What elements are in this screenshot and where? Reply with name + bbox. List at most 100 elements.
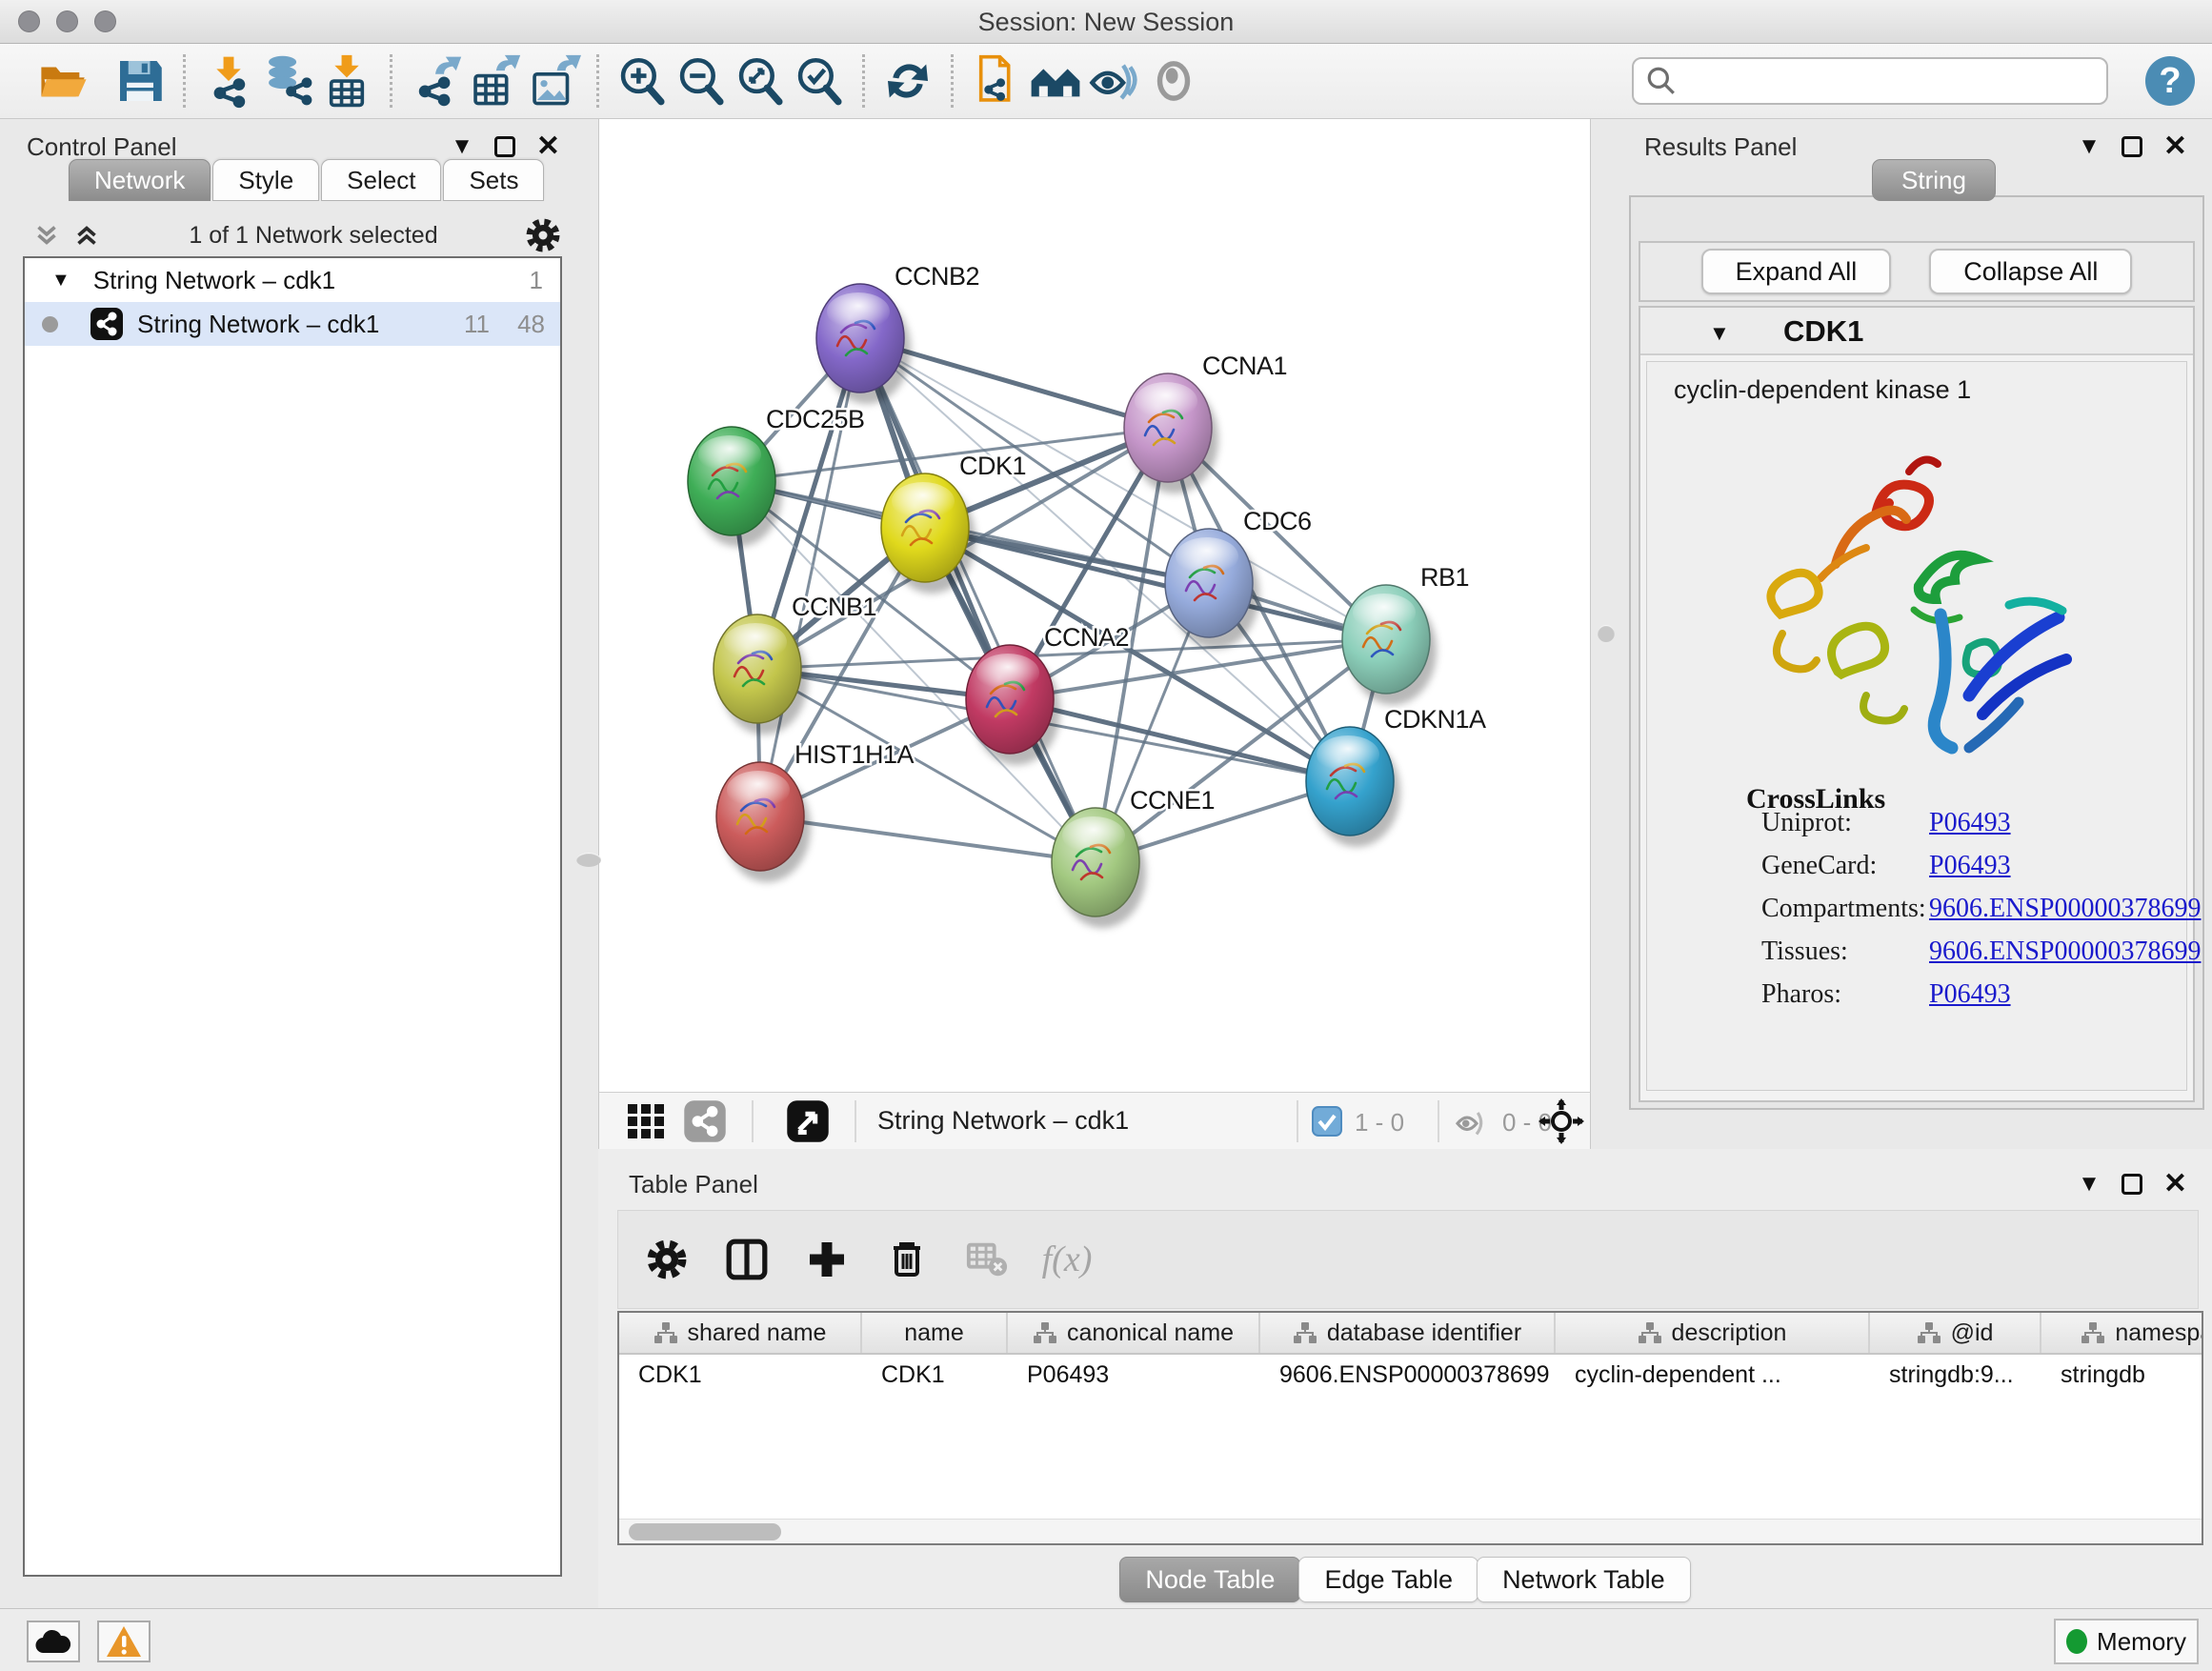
tab-sets[interactable]: Sets [443,159,544,201]
edge-CCNB2-CCNE1[interactable] [860,338,1096,862]
cloud-status-button[interactable] [27,1621,80,1662]
panel-float-icon[interactable] [2122,1174,2142,1195]
cell-name[interactable]: CDK1 [862,1355,1008,1397]
network-options-gear-icon[interactable] [524,216,562,254]
network-node-HIST1H1A[interactable]: HIST1H1A [716,740,915,882]
cell-canonical-name[interactable]: P06493 [1008,1355,1260,1397]
tab-string[interactable]: String [1872,159,1996,201]
show-column-selector-button[interactable] [719,1232,774,1287]
open-session-button[interactable] [34,51,93,111]
collapse-all-icon[interactable] [30,219,63,252]
zoom-in-button[interactable] [613,51,672,111]
crosslink-link[interactable]: P06493 [1929,808,2011,838]
first-neighbors-button[interactable] [1026,51,1085,111]
cell-id[interactable]: stringdb:9... [1870,1355,2041,1397]
column-header-description[interactable]: description [1556,1313,1870,1353]
table-row[interactable]: CDK1 CDK1 P06493 9606.ENSP00000378699 cy… [619,1355,2202,1397]
column-header-id[interactable]: @id [1870,1313,2041,1353]
panel-menu-icon[interactable]: ▼ [2078,1173,2101,1196]
string-network-graph[interactable]: CCNB2 CCNA1 CDC25B [599,119,1592,1092]
tab-style[interactable]: Style [212,159,319,201]
show-all-button[interactable] [1144,51,1203,111]
fit-selection-crosshair-icon[interactable] [1538,1098,1584,1144]
open-in-window-icon[interactable] [786,1099,830,1143]
crosslink-link[interactable]: P06493 [1929,851,2011,881]
panel-float-icon[interactable] [494,136,515,157]
import-network-database-button[interactable] [258,51,317,111]
expand-all-button[interactable]: Expand All [1701,249,1892,294]
scrollbar-thumb[interactable] [629,1523,781,1540]
export-table-file-button[interactable] [465,51,524,111]
right-splitter-handle[interactable] [1598,625,1615,642]
tab-network-table[interactable]: Network Table [1477,1557,1691,1602]
protein-card-header[interactable]: ▼ CDK1 [1640,308,2193,355]
zoom-out-button[interactable] [672,51,731,111]
panel-close-icon[interactable]: ✕ [2163,1170,2187,1198]
zoom-selected-button[interactable] [790,51,849,111]
table-header-row: shared name name canonical name database… [619,1313,2202,1355]
table-horizontal-scrollbar[interactable] [619,1519,2202,1543]
column-header-database-identifier[interactable]: database identifier [1260,1313,1556,1353]
collection-collapse-icon[interactable]: ▼ [51,270,70,292]
column-header-canonical-name[interactable]: canonical name [1008,1313,1260,1353]
crosslink-link[interactable]: 9606.ENSP00000378699 [1929,894,2201,924]
hide-selected-button[interactable] [1085,51,1144,111]
network-canvas[interactable]: CCNB2 CCNA1 CDC25B [598,119,1591,1092]
export-image-file-button[interactable] [524,51,583,111]
table-settings-button[interactable] [639,1232,694,1287]
crosslink-link[interactable]: 9606.ENSP00000378699 [1929,936,2201,967]
column-header-namespace[interactable]: namespace [2041,1313,2203,1353]
collapse-section-icon[interactable]: ▼ [1709,321,1730,346]
delete-table-button[interactable] [959,1232,1015,1287]
selected-checkbox-icon[interactable] [1312,1106,1342,1137]
tab-network[interactable]: Network [69,159,211,201]
network-node-CDC6[interactable]: CDC6 [1165,507,1312,649]
search-input[interactable] [1678,68,2087,94]
crosslink-link[interactable]: P06493 [1929,979,2011,1010]
network-node-CDKN1A[interactable]: CDKN1A [1306,705,1486,847]
crosslink-label: Compartments: [1761,894,1926,924]
global-search [1632,57,2108,105]
tab-node-table[interactable]: Node Table [1119,1557,1300,1602]
panel-close-icon[interactable]: ✕ [2163,132,2187,161]
hidden-eye-slash-icon[interactable] [1453,1103,1491,1141]
network-node-CDC25B[interactable]: CDC25B [688,405,865,547]
import-table-file-button[interactable] [317,51,376,111]
network-row-selected[interactable]: String Network – cdk1 11 48 [25,302,560,346]
panel-close-icon[interactable]: ✕ [536,132,560,161]
warnings-button[interactable] [97,1621,151,1662]
column-header-shared-name[interactable]: shared name [619,1313,862,1353]
network-node-CCNA1[interactable]: CCNA1 [1124,352,1287,493]
memory-button[interactable]: Memory [2054,1619,2199,1664]
network-node-CCNB2[interactable]: CCNB2 [816,262,979,404]
birds-eye-view-icon[interactable] [626,1100,668,1142]
collapse-all-button[interactable]: Collapse All [1929,249,2132,294]
panel-menu-icon[interactable]: ▼ [2078,135,2101,158]
create-column-button[interactable] [799,1232,855,1287]
cell-shared-name[interactable]: CDK1 [619,1355,862,1397]
cell-database-identifier[interactable]: 9606.ENSP00000378699 [1260,1355,1556,1397]
panel-menu-icon[interactable]: ▼ [451,135,473,158]
function-builder-button[interactable]: f(x) [1039,1232,1095,1287]
clone-network-button[interactable] [967,51,1026,111]
delete-column-button[interactable] [879,1232,935,1287]
help-button[interactable]: ? [2145,56,2195,106]
tab-edge-table[interactable]: Edge Table [1298,1557,1478,1602]
cell-description[interactable]: cyclin-dependent ... [1556,1355,1870,1397]
network-node-RB1[interactable]: RB1 [1342,563,1469,705]
network-node-CCNE1[interactable]: CCNE1 [1052,786,1215,928]
export-network-file-button[interactable] [406,51,465,111]
column-header-name[interactable]: name [862,1313,1008,1353]
network-collection-row[interactable]: ▼ String Network – cdk1 1 [25,258,560,302]
share-view-icon[interactable] [683,1099,727,1143]
cell-namespace[interactable]: stringdb [2041,1355,2203,1397]
expand-all-icon[interactable] [70,219,103,252]
save-session-button[interactable] [111,51,170,111]
tab-select[interactable]: Select [321,159,441,201]
zoom-fit-button[interactable] [731,51,790,111]
refresh-button[interactable] [878,51,937,111]
panel-float-icon[interactable] [2122,136,2142,157]
left-splitter-handle[interactable] [576,853,601,867]
network-node-CCNA2[interactable]: CCNA2 [966,623,1129,765]
import-network-file-button[interactable] [199,51,258,111]
